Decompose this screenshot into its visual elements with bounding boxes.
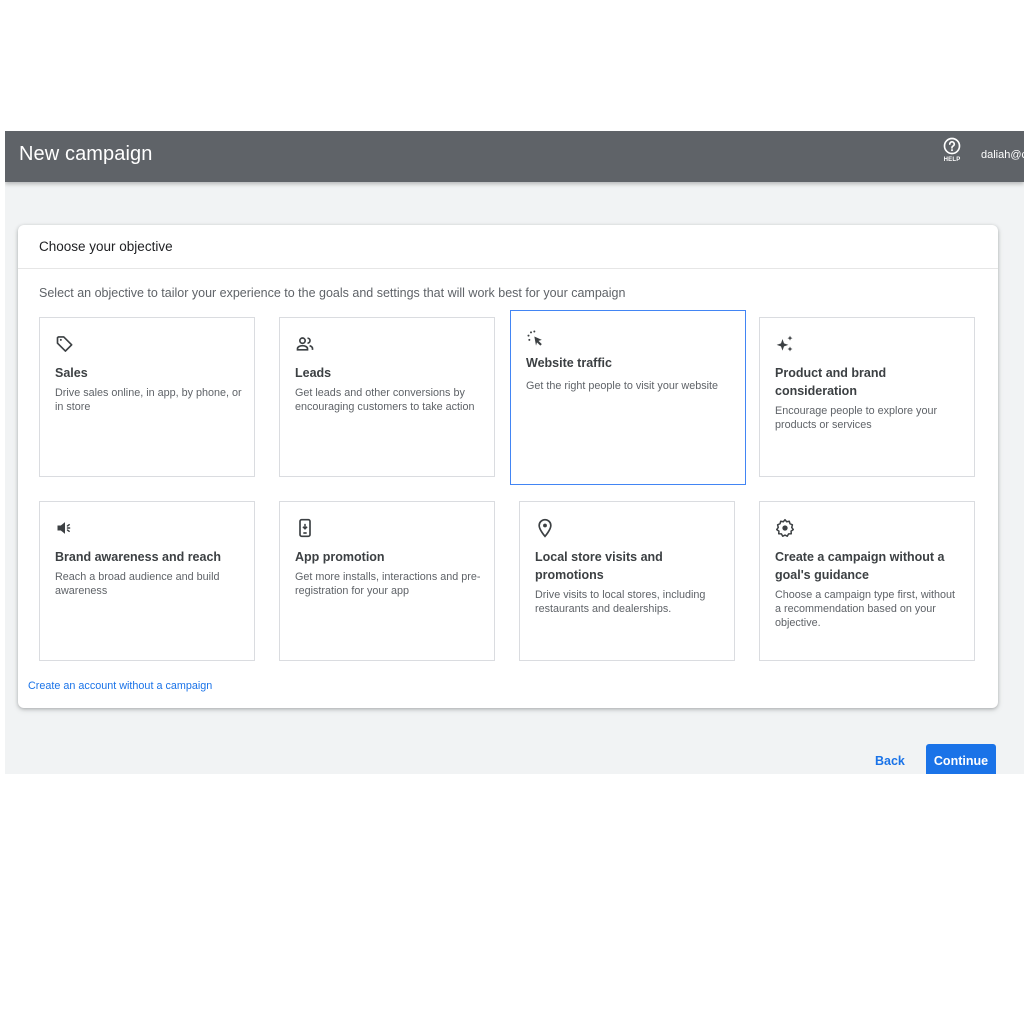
app-window: New campaign HELP daliah@c Choose your o… — [5, 131, 1024, 774]
tile-description: Get leads and other conversions by encou… — [295, 387, 475, 413]
cursor-click-icon — [526, 329, 546, 349]
tile-description: Get the right people to visit your websi… — [526, 380, 719, 392]
people-icon — [295, 334, 315, 354]
tile-description: Reach a broad audience and build awarene… — [55, 571, 220, 597]
tile-description: Get more installs, interactions and pre-… — [295, 571, 481, 597]
objective-tile-app-promotion[interactable]: App promotion Get more installs, interac… — [279, 501, 495, 661]
help-button[interactable]: HELP — [939, 137, 965, 163]
tile-title: Leads — [295, 366, 332, 380]
account-email[interactable]: daliah@c — [981, 149, 1024, 161]
objective-tile-website-traffic[interactable]: Website traffic Get the right people to … — [510, 310, 746, 485]
tile-title: Local store visits and promotions — [535, 550, 663, 582]
tile-title: Create a campaign without a goal's guida… — [775, 550, 945, 582]
card-header: Choose your objective — [18, 225, 998, 269]
top-bar: New campaign HELP daliah@c — [5, 131, 1024, 182]
tile-title: Website traffic — [526, 356, 612, 370]
objective-card: Choose your objective Select an objectiv… — [18, 225, 998, 708]
objective-tile-sales[interactable]: Sales Drive sales online, in app, by pho… — [39, 317, 255, 477]
megaphone-icon — [55, 518, 75, 538]
create-account-without-campaign-link[interactable]: Create an account without a campaign — [28, 680, 212, 692]
tile-description: Drive visits to local stores, including … — [535, 589, 706, 615]
objective-tile-local-store[interactable]: Local store visits and promotions Drive … — [519, 501, 735, 661]
back-button[interactable]: Back — [875, 754, 905, 768]
objective-tile-brand-awareness[interactable]: Brand awareness and reach Reach a broad … — [39, 501, 255, 661]
tag-icon — [55, 334, 75, 354]
tile-title: App promotion — [295, 550, 385, 564]
card-heading: Choose your objective — [39, 239, 173, 254]
continue-button[interactable]: Continue — [926, 744, 996, 774]
page-title: New campaign — [19, 143, 153, 165]
objective-tile-leads[interactable]: Leads Get leads and other conversions by… — [279, 317, 495, 477]
tile-description: Encourage people to explore your product… — [775, 405, 938, 431]
objective-tile-product-brand[interactable]: Product and brand consideration Encourag… — [759, 317, 975, 477]
location-pin-icon — [535, 518, 555, 538]
help-icon — [943, 137, 961, 155]
tile-description: Drive sales online, in app, by phone, or… — [55, 387, 242, 413]
tile-title: Product and brand consideration — [775, 366, 887, 398]
help-label: HELP — [943, 157, 961, 163]
gear-icon — [775, 518, 795, 538]
tile-title: Brand awareness and reach — [55, 550, 222, 564]
phone-download-icon — [295, 518, 315, 538]
intro-text: Select an objective to tailor your exper… — [39, 286, 626, 300]
tile-description: Choose a campaign type first, without a … — [775, 589, 956, 629]
objective-tile-no-goal[interactable]: Create a campaign without a goal's guida… — [759, 501, 975, 661]
tile-title: Sales — [55, 366, 88, 380]
sparkle-icon — [775, 334, 795, 354]
